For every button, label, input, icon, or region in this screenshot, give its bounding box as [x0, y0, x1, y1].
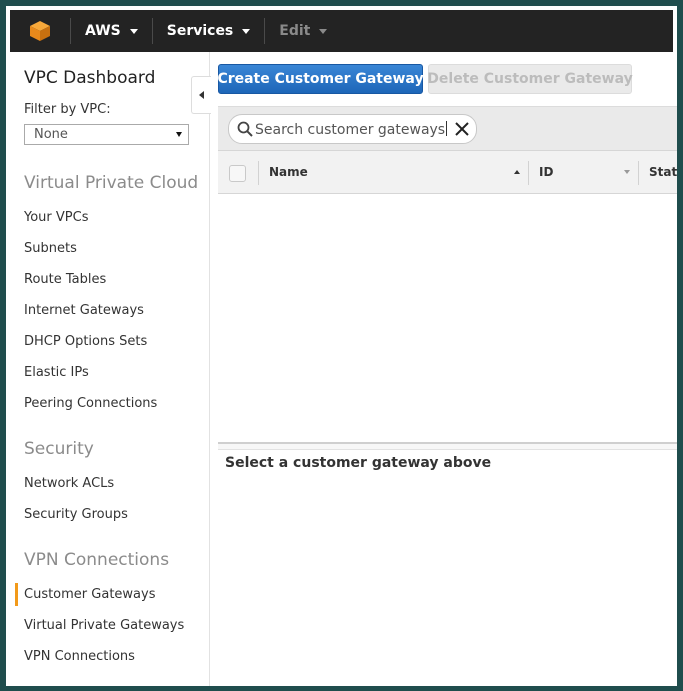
filter-by-vpc-value: None — [34, 127, 68, 142]
sidebar-item-virtual-private-gateways[interactable]: Virtual Private Gateways — [24, 618, 184, 633]
text-cursor — [446, 121, 448, 136]
chevron-left-icon — [199, 91, 204, 99]
column-header-id[interactable]: ID — [539, 165, 553, 179]
nav-aws-menu[interactable]: AWS — [71, 10, 152, 52]
sort-ascending-icon[interactable] — [514, 170, 520, 174]
app-window: AWS Services Edit VPC Dashboard Filter b… — [6, 6, 677, 686]
section-heading-security: Security — [24, 439, 94, 459]
chevron-down-icon — [129, 28, 138, 34]
dropdown-arrow-icon — [176, 132, 182, 137]
search-icon — [237, 121, 253, 137]
select-all-checkbox[interactable] — [229, 165, 246, 182]
sidebar-title[interactable]: VPC Dashboard — [24, 68, 155, 88]
column-divider — [528, 161, 529, 185]
chevron-down-icon — [242, 28, 251, 34]
sidebar-item-security-groups[interactable]: Security Groups — [24, 507, 128, 522]
create-customer-gateway-button[interactable]: Create Customer Gateway — [217, 64, 424, 94]
nav-edit-menu[interactable]: Edit — [265, 10, 341, 52]
collapse-sidebar-button[interactable] — [191, 76, 211, 114]
sidebar-item-vpn-connections[interactable]: VPN Connections — [24, 649, 135, 664]
sidebar-item-route-tables[interactable]: Route Tables — [24, 272, 106, 287]
chevron-down-icon — [319, 28, 328, 34]
nav-edit-label: Edit — [279, 23, 311, 39]
close-icon[interactable] — [455, 122, 469, 136]
nav-aws-label: AWS — [85, 23, 121, 39]
column-header-state[interactable]: State — [649, 165, 677, 179]
resize-splitter[interactable] — [218, 442, 677, 450]
table-header: Name ID State — [218, 150, 677, 194]
search-value: Search customer gateways — [255, 122, 446, 138]
section-heading-vpc: Virtual Private Cloud — [24, 173, 199, 193]
nav-services-label: Services — [166, 23, 234, 39]
customer-gateways-table: Search customer gateways Name ID State — [218, 106, 677, 194]
nav-services-menu[interactable]: Services — [153, 10, 265, 52]
column-divider — [258, 161, 259, 185]
top-navigation-bar: AWS Services Edit — [10, 10, 673, 52]
filter-by-vpc-label: Filter by VPC: — [24, 102, 111, 117]
sidebar-item-your-vpcs[interactable]: Your VPCs — [24, 210, 88, 225]
sort-descending-icon[interactable] — [624, 170, 630, 174]
sidebar-item-customer-gateways[interactable]: Customer Gateways — [24, 587, 155, 602]
column-divider — [638, 161, 639, 185]
sidebar-item-internet-gateways[interactable]: Internet Gateways — [24, 303, 144, 318]
search-input[interactable]: Search customer gateways — [228, 114, 477, 144]
sidebar-item-dhcp-options-sets[interactable]: DHCP Options Sets — [24, 334, 147, 349]
sidebar-item-elastic-ips[interactable]: Elastic IPs — [24, 365, 89, 380]
details-placeholder-message: Select a customer gateway above — [225, 455, 492, 471]
sidebar-item-network-acls[interactable]: Network ACLs — [24, 476, 114, 491]
delete-customer-gateway-button[interactable]: Delete Customer Gateway — [427, 64, 633, 94]
aws-cube-icon[interactable] — [10, 10, 70, 52]
search-input-text: Search customer gateways — [255, 121, 448, 138]
column-header-name[interactable]: Name — [269, 165, 308, 179]
sidebar-item-peering-connections[interactable]: Peering Connections — [24, 396, 157, 411]
filter-by-vpc-select[interactable]: None — [24, 124, 189, 145]
section-heading-vpn: VPN Connections — [24, 550, 170, 570]
sidebar-item-subnets[interactable]: Subnets — [24, 241, 77, 256]
active-item-indicator — [15, 583, 18, 606]
sidebar: VPC Dashboard Filter by VPC: None Virtua… — [6, 52, 210, 686]
